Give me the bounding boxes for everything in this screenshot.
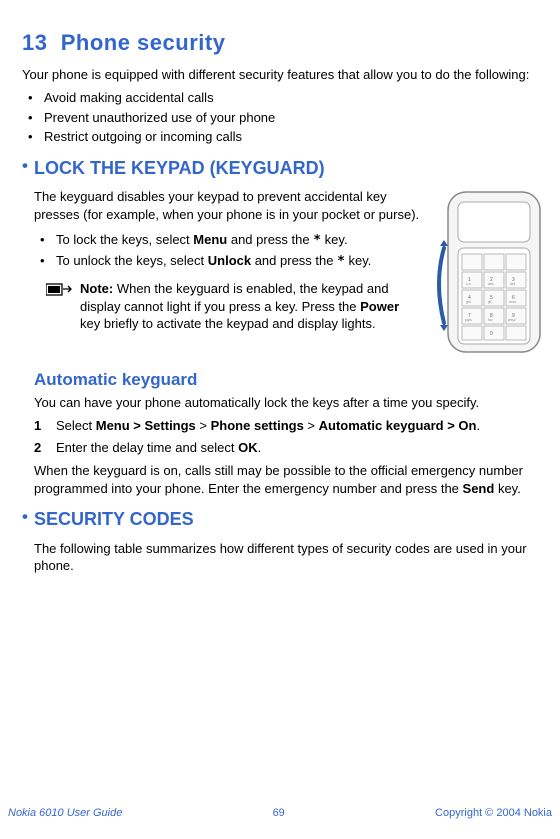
intro-text: Your phone is equipped with different se… [22, 66, 552, 84]
star-key-icon: * [313, 233, 321, 248]
keyguard-text-column: The keyguard disables your keypad to pre… [22, 188, 428, 339]
phone-illustration: 123 456 789 0 o.oabcdef ghijklmno pqrstu… [428, 188, 552, 363]
note-row: Note: When the keyguard is enabled, the … [46, 280, 420, 333]
unlock-instruction-text: To unlock the keys, select Unlock and pr… [56, 253, 371, 268]
step-number: 1 [34, 417, 41, 435]
svg-text:tuv: tuv [488, 318, 493, 322]
security-codes-heading-row: • SECURITY CODES [22, 507, 552, 531]
keyguard-section-heading-row: • LOCK THE KEYPAD (KEYGUARD) [22, 156, 552, 180]
list-item: Prevent unauthorized use of your phone [22, 109, 552, 127]
auto-steps-list: 1 Select Menu > Settings > Phone setting… [34, 417, 552, 456]
note-text: Note: When the keyguard is enabled, the … [80, 280, 420, 333]
svg-text:abc: abc [488, 282, 494, 286]
emergency-note: When the keyguard is on, calls still may… [34, 462, 552, 497]
list-item: Restrict outgoing or incoming calls [22, 128, 552, 146]
feature-text: Avoid making accidental calls [44, 90, 214, 105]
list-item: 1 Select Menu > Settings > Phone setting… [34, 417, 552, 435]
svg-text:def: def [510, 282, 515, 286]
section-bullet-icon: • [22, 507, 28, 527]
keyguard-description: The keyguard disables your keypad to pre… [34, 188, 420, 223]
list-item: 2 Enter the delay time and select OK. [34, 439, 552, 457]
chapter-number: 13 [22, 30, 47, 55]
keyguard-instructions: To lock the keys, select Menu and press … [34, 231, 420, 270]
svg-text:pqrs: pqrs [465, 318, 472, 322]
list-item: To unlock the keys, select Unlock and pr… [34, 252, 420, 271]
feature-text: Restrict outgoing or incoming calls [44, 129, 242, 144]
features-list: Avoid making accidental calls Prevent un… [22, 89, 552, 146]
list-item: To lock the keys, select Menu and press … [34, 231, 420, 250]
note-icon [46, 282, 72, 303]
svg-text:mno: mno [509, 300, 516, 304]
security-codes-heading: SECURITY CODES [34, 507, 194, 531]
chapter-name: Phone security [61, 30, 226, 55]
step-text: Enter the delay time and select OK. [56, 440, 261, 455]
keyguard-content-row: The keyguard disables your keypad to pre… [22, 188, 552, 363]
star-key-icon: * [337, 254, 345, 269]
footer-product-name: Nokia 6010 User Guide [8, 806, 122, 821]
feature-text: Prevent unauthorized use of your phone [44, 110, 275, 125]
svg-text:o.o: o.o [466, 282, 471, 286]
security-codes-description: The following table summarizes how diffe… [34, 540, 552, 575]
automatic-keyguard-description: You can have your phone automatically lo… [34, 394, 552, 412]
section-bullet-icon: • [22, 156, 28, 176]
lock-instruction-text: To lock the keys, select Menu and press … [56, 232, 348, 247]
svg-text:jkl: jkl [487, 300, 492, 304]
svg-text:wxyz: wxyz [508, 318, 516, 322]
chapter-title: 13 Phone security [22, 28, 552, 58]
footer-page-number: 69 [122, 806, 435, 821]
keyguard-heading: LOCK THE KEYPAD (KEYGUARD) [34, 156, 325, 180]
footer-copyright: Copyright © 2004 Nokia [435, 806, 552, 821]
automatic-keyguard-heading: Automatic keyguard [34, 369, 552, 392]
step-number: 2 [34, 439, 41, 457]
step-text: Select Menu > Settings > Phone settings … [56, 418, 480, 433]
svg-text:ghi: ghi [466, 300, 471, 304]
page-footer: Nokia 6010 User Guide 69 Copyright © 200… [0, 806, 560, 821]
list-item: Avoid making accidental calls [22, 89, 552, 107]
svg-text:0: 0 [490, 331, 493, 337]
